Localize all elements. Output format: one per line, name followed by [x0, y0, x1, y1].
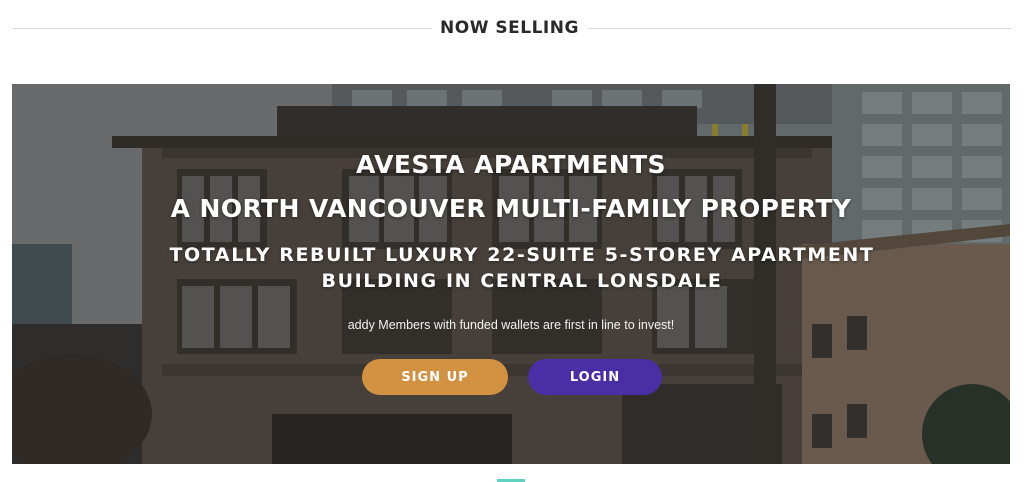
section-title: NOW SELLING: [440, 18, 579, 38]
divider-left: [12, 28, 432, 29]
property-title: AVESTA APARTMENTS: [356, 150, 666, 179]
hero-content: AVESTA APARTMENTS A NORTH VANCOUVER MULT…: [12, 84, 1010, 464]
member-note: addy Members with funded wallets are fir…: [347, 318, 675, 332]
property-hero-banner: AVESTA APARTMENTS A NORTH VANCOUVER MULT…: [12, 84, 1010, 464]
property-description: TOTALLY REBUILT LUXURY 22-SUITE 5-STOREY…: [169, 244, 875, 292]
login-button[interactable]: LOGIN: [528, 359, 662, 395]
section-header: NOW SELLING: [0, 0, 1024, 56]
sign-up-button[interactable]: SIGN UP: [362, 359, 508, 395]
divider-right: [587, 28, 1012, 29]
property-subtitle: A NORTH VANCOUVER MULTI-FAMILY PROPERTY: [170, 194, 852, 223]
